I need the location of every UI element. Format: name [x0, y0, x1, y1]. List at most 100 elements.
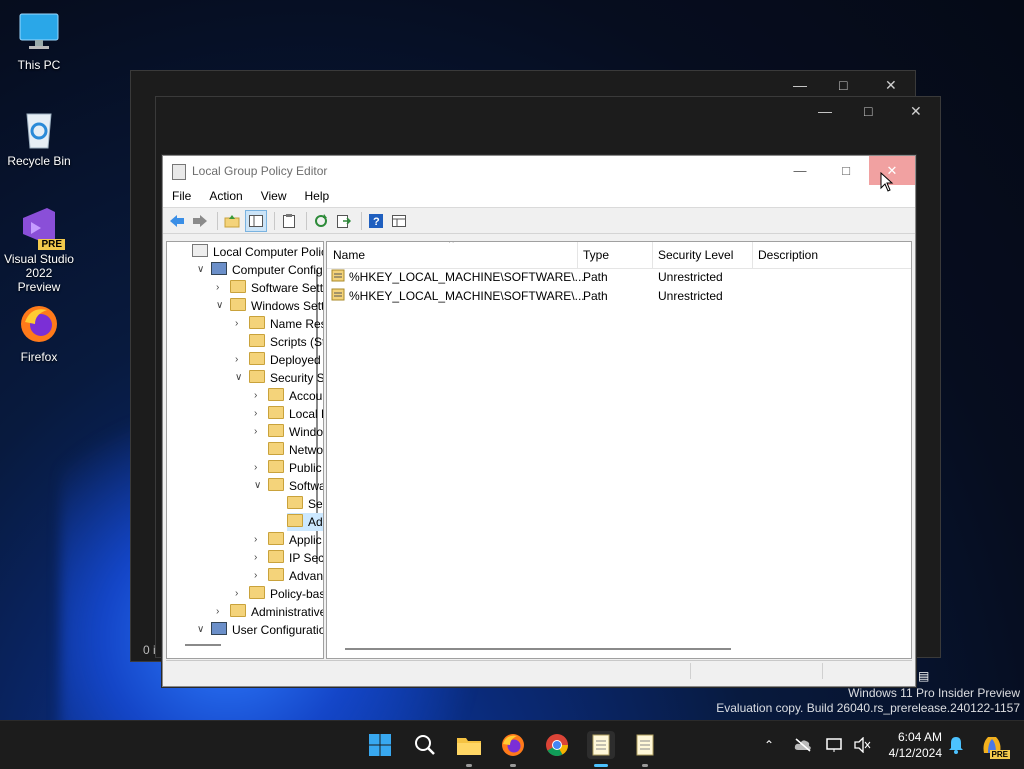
chevron-right-icon[interactable]: › [216, 279, 226, 297]
list-horizontal-scrollbar[interactable] [345, 648, 731, 650]
column-type[interactable]: Type [577, 242, 653, 268]
menu-help[interactable]: Help [296, 189, 339, 203]
details-list[interactable]: Name ^ Type Security Level Description %… [326, 241, 912, 659]
desktop-icon-this-pc[interactable]: This PC [4, 10, 74, 72]
tree-item[interactable]: › Administrative [216, 603, 323, 621]
tree-item[interactable]: › Accou [254, 387, 322, 405]
chevron-right-icon[interactable]: › [254, 459, 264, 477]
column-header: Name ^ Type Security Level Description [327, 242, 911, 269]
chevron-right-icon[interactable]: › [235, 315, 245, 333]
up-level-button[interactable] [222, 211, 242, 231]
minimize-button[interactable]: — [777, 156, 823, 185]
clock[interactable]: 6:04 AM 4/12/2024 [889, 729, 942, 761]
tree-item[interactable]: ∨ Security Se [235, 369, 323, 387]
minimize-icon[interactable]: — [818, 103, 832, 119]
chevron-up-icon[interactable]: ⌃ [764, 738, 780, 752]
chevron-down-icon[interactable]: ∨ [216, 297, 226, 315]
chevron-right-icon[interactable]: › [235, 351, 245, 369]
chrome-taskbar-button[interactable] [543, 731, 571, 759]
maximize-icon[interactable]: □ [839, 77, 847, 93]
chevron-right-icon[interactable]: › [216, 603, 226, 621]
tree-item[interactable]: › Deployed [235, 351, 321, 369]
menu-view[interactable]: View [252, 189, 296, 203]
bell-icon[interactable] [948, 736, 964, 754]
tree-item[interactable]: Ad [287, 513, 323, 531]
chevron-right-icon[interactable]: › [254, 387, 264, 405]
column-description[interactable]: Description [752, 242, 878, 268]
path-rule-icon [331, 268, 345, 288]
maximize-icon[interactable]: □ [864, 103, 872, 119]
cloud-offline-icon[interactable] [794, 738, 812, 752]
chevron-right-icon[interactable]: › [254, 549, 264, 567]
start-button[interactable] [366, 731, 394, 759]
tree-item[interactable]: › Windo [254, 423, 324, 441]
tree-item[interactable]: › Public [254, 459, 322, 477]
tree-item[interactable]: ∨ User Configuratio [197, 621, 323, 639]
chevron-right-icon[interactable]: › [254, 567, 264, 585]
status-text: 0 i [143, 643, 156, 657]
extended-view-button[interactable] [389, 211, 409, 231]
tree-item-label: IP Secu [289, 551, 324, 565]
tree-item[interactable]: › IP Secu [254, 549, 324, 567]
close-icon[interactable]: ✕ [885, 77, 897, 94]
toolbar: ? [163, 208, 915, 234]
close-icon[interactable]: ✕ [910, 103, 922, 120]
group-policy-editor-window[interactable]: Local Group Policy Editor — □ ✕ File Act… [162, 155, 916, 687]
desktop-icon-firefox[interactable]: Firefox [4, 302, 74, 364]
taskbar: ⌃ 6:04 AM 4/12/2024 PRE [0, 720, 1024, 769]
chevron-right-icon[interactable]: › [254, 405, 264, 423]
firefox-taskbar-button[interactable] [499, 731, 527, 767]
back-button[interactable] [167, 211, 187, 231]
column-security-level[interactable]: Security Level [652, 242, 753, 268]
chevron-down-icon[interactable]: ∨ [235, 369, 245, 387]
export-list-button[interactable] [334, 211, 354, 231]
copilot-button[interactable]: PRE [980, 733, 1010, 759]
network-icon[interactable] [826, 737, 844, 753]
maximize-button[interactable]: □ [823, 156, 869, 185]
notepad-taskbar-button[interactable] [631, 731, 659, 767]
tree-item[interactable]: Scripts (Sta [249, 333, 323, 351]
chevron-right-icon[interactable]: › [235, 585, 245, 603]
title-bar[interactable]: Local Group Policy Editor — □ ✕ [163, 156, 915, 185]
tree-item[interactable]: ∨ Softwa [254, 477, 323, 495]
tree-item[interactable]: ∨ Windows Sett [216, 297, 323, 315]
tree-item[interactable]: Local Computer Polic [192, 243, 323, 261]
tree-item[interactable]: Netwo [268, 441, 323, 459]
tree-item[interactable]: › Name Res [235, 315, 323, 333]
window-title: Local Group Policy Editor [192, 164, 328, 178]
desktop-icon-recycle-bin[interactable]: Recycle Bin [4, 106, 74, 168]
notepad-taskbar-button-active[interactable] [587, 731, 615, 767]
volume-muted-icon[interactable] [854, 737, 872, 753]
tree-item[interactable]: › Advan [254, 567, 324, 585]
back-arrow-icon [170, 214, 184, 227]
menu-action[interactable]: Action [200, 189, 251, 203]
svg-text:?: ? [373, 216, 380, 228]
desktop-icon-visual-studio[interactable]: PRE Visual Studio 2022 Preview [4, 204, 74, 294]
show-hide-tree-button[interactable] [245, 209, 267, 232]
file-explorer-button[interactable] [455, 731, 483, 767]
console-tree[interactable]: Local Computer Polic ∨ Computer Config › Sof… [166, 241, 324, 659]
tree-item[interactable]: › Software Setti [216, 279, 323, 297]
tree-item[interactable]: Sec [287, 495, 323, 513]
tree-item[interactable]: ∨ Computer Config [197, 261, 323, 279]
tree-item-label: Advan [289, 569, 324, 583]
tree-item[interactable]: › Policy-bas [235, 585, 323, 603]
properties-button[interactable] [279, 211, 299, 231]
minimize-icon[interactable]: — [793, 77, 807, 93]
chevron-right-icon[interactable]: › [254, 531, 264, 549]
menu-file[interactable]: File [163, 189, 200, 203]
chevron-down-icon[interactable]: ∨ [254, 477, 264, 495]
show-desktop-icon[interactable]: ▤ [918, 669, 929, 683]
search-button[interactable] [411, 731, 439, 759]
chevron-down-icon[interactable]: ∨ [197, 261, 207, 279]
forward-button[interactable] [190, 211, 210, 231]
help-button[interactable]: ? [366, 211, 386, 231]
chevron-right-icon[interactable]: › [254, 423, 264, 441]
tree-item-label: Computer Config [232, 263, 323, 277]
chevron-down-icon[interactable]: ∨ [197, 621, 207, 639]
tree-item[interactable]: › Local F [254, 405, 323, 423]
tree-item-label: Windo [289, 425, 324, 439]
refresh-button[interactable] [311, 211, 331, 231]
tree-horizontal-scrollbar[interactable] [185, 644, 221, 646]
tree-item[interactable]: › Applic [254, 531, 322, 549]
